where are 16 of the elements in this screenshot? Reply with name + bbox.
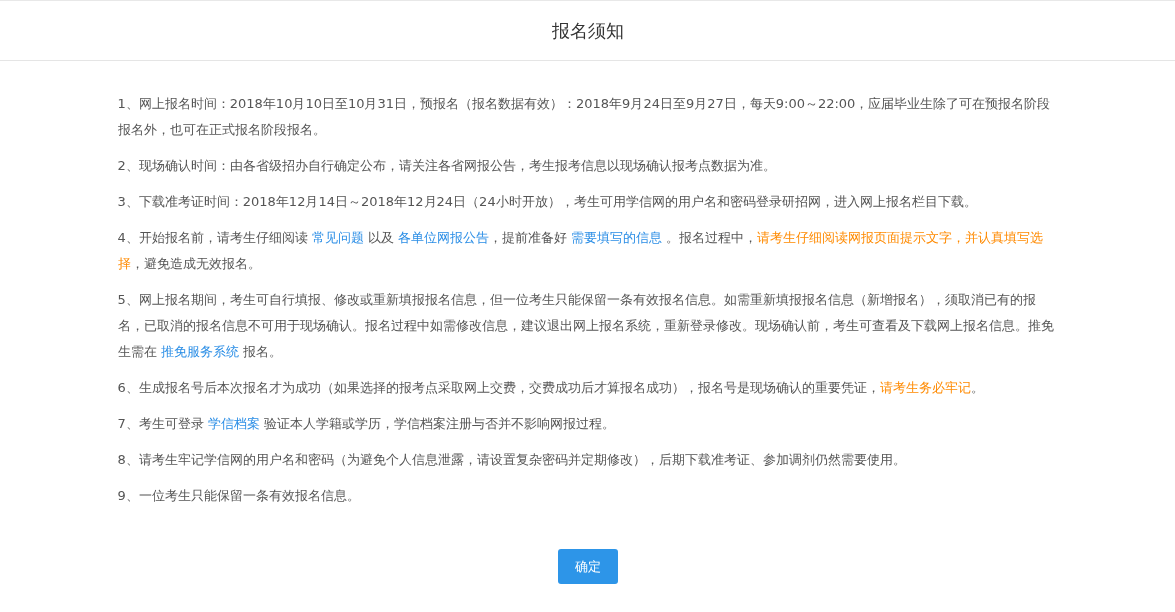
notice-paragraph: 6、生成报名号后本次报名才为成功（如果选择的报考点采取网上交费，交费成功后才算报名成功），报名号是现场确认的重要凭证，请考生务必牢记。	[117, 379, 985, 397]
notice-paragraph: 9、一位考生只能保留一条有效报名信息。	[117, 487, 361, 505]
notice-link[interactable]: 常见问题	[311, 230, 364, 245]
notice-paragraph: 5、网上报名期间，考生可自行填报、修改或重新填报报名信息，但一位考生只能保留一条有效报名信息。如需重新填报报名信息（新增报名），须取消已有的报名，已取消的报名信息不可用于现场确认。报名过程中如需修改信息，建议退出网上报名系统，重新登录修改。现场确认前，考生可查看及下载网上报名信息。推免生需在 推免服务系统 报名。	[117, 291, 1055, 361]
notice-paragraph: 1、网上报名时间：2018年10月10日至10月31日，预报名（报名数据有效）：2018年9月24日至9月27日，每天9:00～22:00，应届毕业生除了可在预报名阶段报名外，也可在正式报名阶段报名。	[117, 95, 1052, 139]
notice-link[interactable]: 各单位网报公告	[398, 230, 490, 245]
notice-paragraph: 2、现场确认时间：由各省级招办自行确定公布，请关注各省网报公告，考生报考信息以现场确认报考点数据为准。	[117, 157, 777, 175]
notice-link[interactable]: 推免服务系统	[160, 344, 239, 359]
notice-paragraph: 7、考生可登录 学信档案 验证本人学籍或学历，学信档案注册与否并不影响网报过程。	[117, 415, 617, 433]
notice-link[interactable]: 需要填写的信息	[571, 230, 663, 245]
notice-paragraph: 3、下载准考证时间：2018年12月14日～2018年12月24日（24小时开放），考生可用学信网的用户名和密码登录研招网，进入网上报名栏目下载。	[117, 193, 978, 211]
dialog-title: 报名须知	[551, 18, 624, 43]
notice-paragraph: 8、请考生牢记学信网的用户名和密码（为避免个人信息泄露，请设置复杂密码并定期修改），后期下载准考证、参加调剂仍然需要使用。	[117, 451, 907, 469]
confirm-button[interactable]: 确定	[557, 549, 618, 584]
notice-link[interactable]: 学信档案	[207, 416, 260, 431]
notice-paragraph: 4、开始报名前，请考生仔细阅读 常见问题 以及 各单位网报公告，提前准备好 需要填写的信息 。报名过程中，请考生仔细阅读网报页面提示文字，并认真填写选择，避免造成无效报名。	[117, 229, 1045, 273]
